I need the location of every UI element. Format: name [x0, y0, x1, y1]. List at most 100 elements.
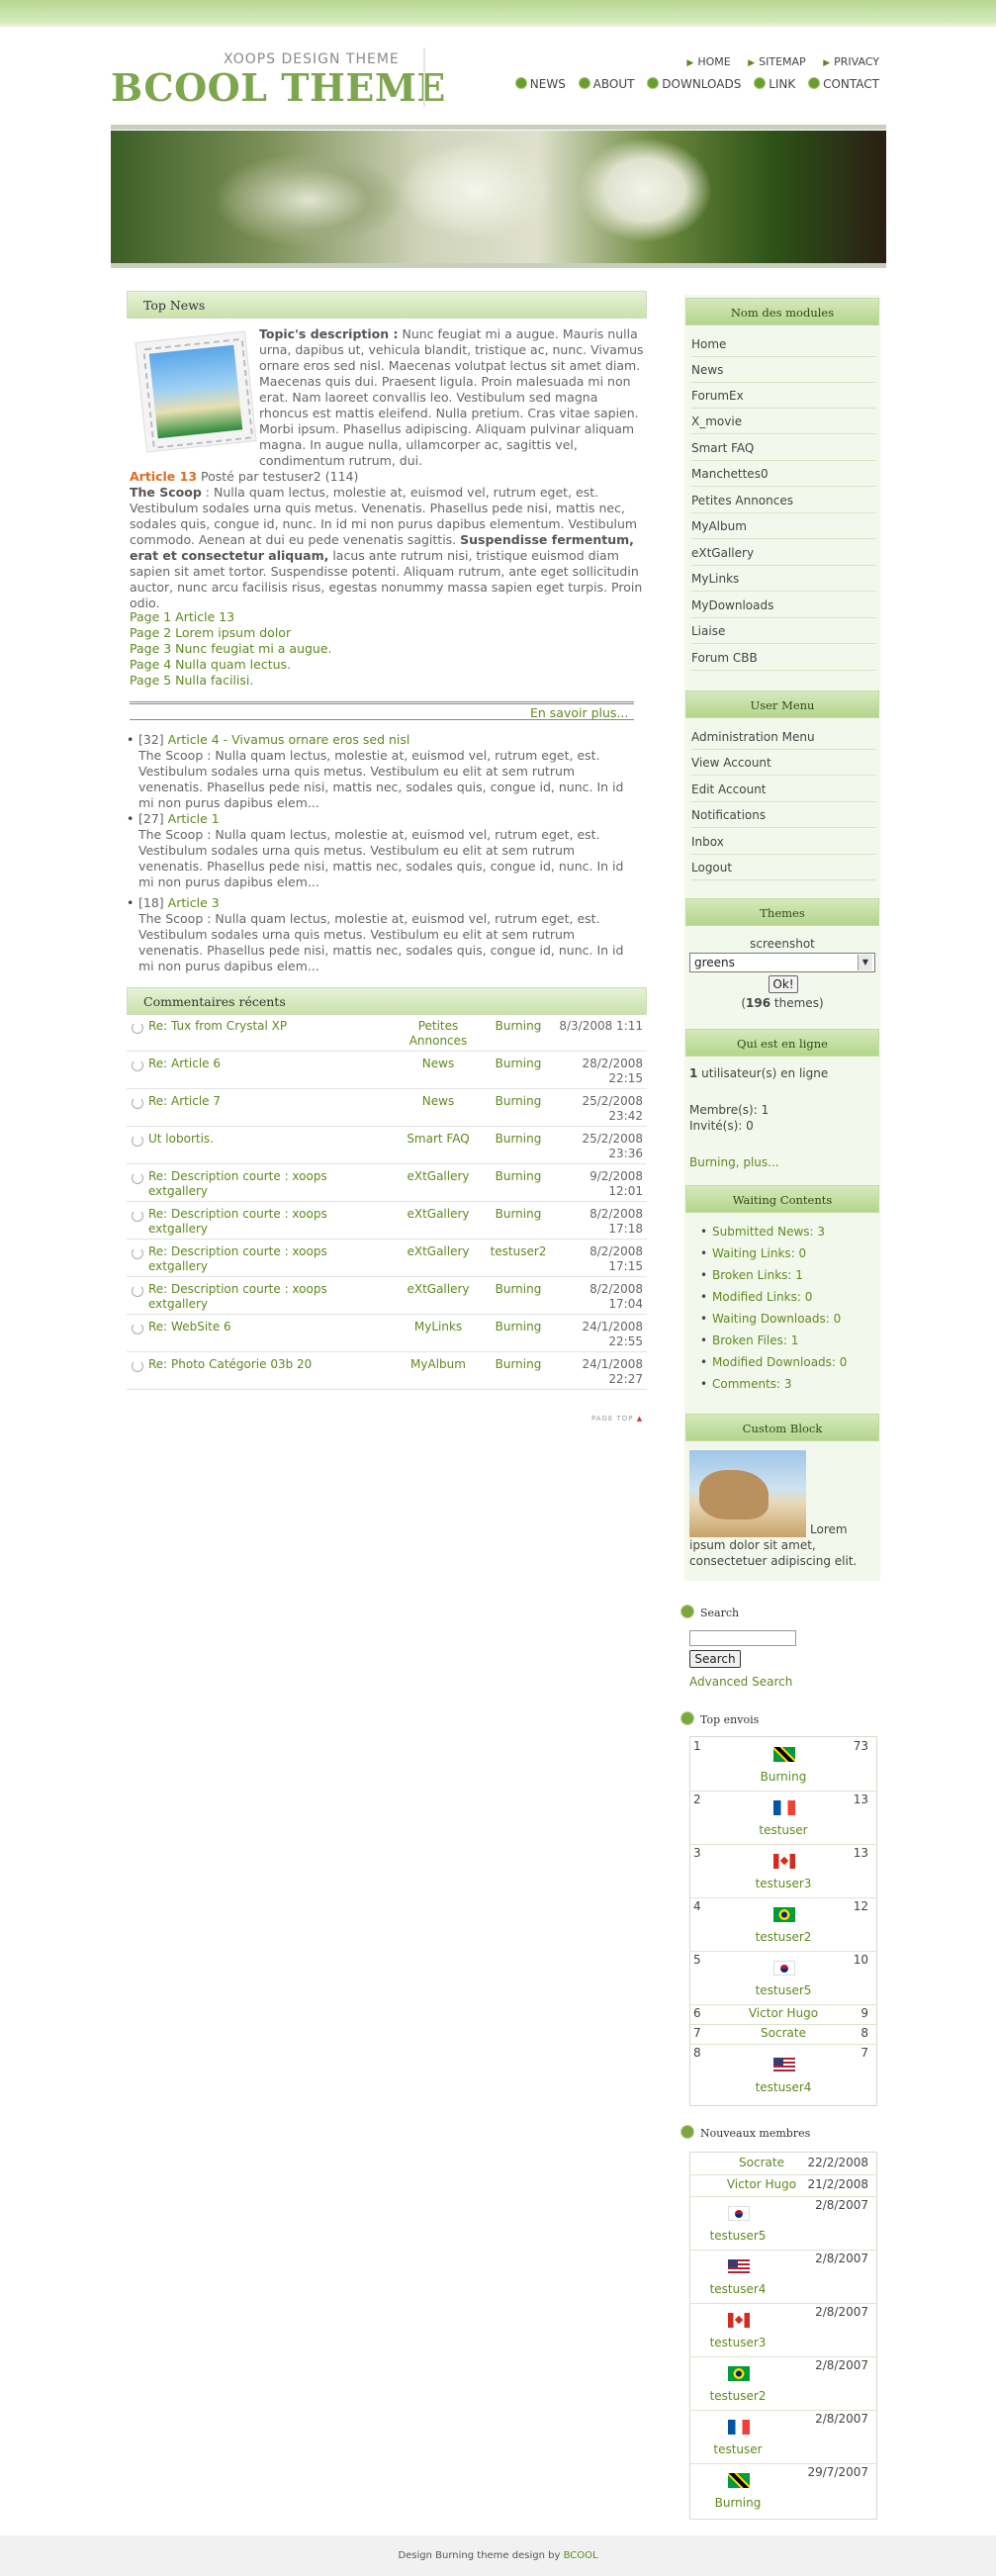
- comment-module-link[interactable]: MyAlbum: [394, 1357, 483, 1372]
- user-menu-notifications[interactable]: Notifications: [691, 803, 875, 828]
- comment-title-link[interactable]: Re: Tux from Crystal XP: [148, 1019, 376, 1034]
- comment-title-link[interactable]: Re: Article 7: [148, 1094, 376, 1109]
- sidebar-item-smartfaq[interactable]: Smart FAQ: [691, 436, 875, 461]
- sidebar-item-myalbum[interactable]: MyAlbum: [691, 514, 875, 539]
- comment-user-link[interactable]: Burning: [479, 1132, 558, 1147]
- footer-brand-link[interactable]: BCOOL: [564, 2550, 598, 2561]
- waiting-item[interactable]: Broken Links: 1: [700, 1267, 803, 1283]
- comment-title-link[interactable]: Ut lobortis.: [148, 1132, 376, 1147]
- user-menu-inbox[interactable]: Inbox: [691, 830, 875, 855]
- sidebar-item-manchettes[interactable]: Manchettes0: [691, 462, 875, 487]
- nav-downloads[interactable]: DOWNLOADS: [647, 77, 741, 91]
- search-input[interactable]: [689, 1630, 796, 1646]
- comment-module-link[interactable]: MyLinks: [394, 1320, 483, 1334]
- nav-home[interactable]: ▶ HOME: [686, 55, 730, 68]
- sidebar-item-forumex[interactable]: ForumEx: [691, 384, 875, 409]
- user-link[interactable]: Victor Hugo: [690, 2006, 876, 2020]
- comment-module-link[interactable]: Smart FAQ: [394, 1132, 483, 1147]
- comment-user-link[interactable]: Burning: [479, 1057, 558, 1071]
- comment-user-link[interactable]: Burning: [479, 1357, 558, 1372]
- user-link[interactable]: Burning: [690, 1770, 876, 1784]
- user-menu-logout[interactable]: Logout: [691, 856, 875, 880]
- page-link[interactable]: Page 4 Nulla quam lectus.: [130, 657, 291, 673]
- nav-contact[interactable]: CONTACT: [808, 77, 879, 91]
- comment-user-link[interactable]: Burning: [479, 1169, 558, 1184]
- user-link[interactable]: testuser4: [690, 2080, 876, 2094]
- sidebar-item-forum-cbb[interactable]: Forum CBB: [691, 646, 875, 671]
- comment-title-link[interactable]: Re: Description courte : xoops extgaller…: [148, 1207, 376, 1237]
- comment-user-link[interactable]: testuser2: [479, 1244, 558, 1259]
- user-menu-admin[interactable]: Administration Menu: [691, 725, 875, 750]
- comment-user-link[interactable]: Burning: [479, 1019, 558, 1034]
- page-top-link[interactable]: PAGE TOP ▲: [591, 1415, 643, 1423]
- nav-sitemap[interactable]: ▶ SITEMAP: [748, 55, 805, 68]
- comment-title-link[interactable]: Re: Description courte : xoops extgaller…: [148, 1244, 376, 1274]
- waiting-item[interactable]: Submitted News: 3: [700, 1224, 825, 1240]
- search-button[interactable]: Search: [689, 1650, 741, 1668]
- user-link[interactable]: testuser5: [645, 2229, 831, 2243]
- advanced-search-link[interactable]: Advanced Search: [689, 1674, 792, 1690]
- comment-title-link[interactable]: Re: Article 6: [148, 1057, 376, 1071]
- related-title-link[interactable]: Article 1: [168, 811, 220, 826]
- page-link[interactable]: Page 1 Article 13: [130, 609, 234, 625]
- comment-user-link[interactable]: Burning: [479, 1320, 558, 1334]
- page-link[interactable]: Page 2 Lorem ipsum dolor: [130, 625, 291, 641]
- sidebar-item-mylinks[interactable]: MyLinks: [691, 567, 875, 592]
- sidebar-item-petites-annonces[interactable]: Petites Annonces: [691, 489, 875, 513]
- comment-user-link[interactable]: Burning: [479, 1094, 558, 1109]
- user-menu-edit-account[interactable]: Edit Account: [691, 778, 875, 802]
- user-link[interactable]: testuser3: [690, 1877, 876, 1890]
- read-more-link[interactable]: En savoir plus...: [530, 705, 628, 720]
- theme-ok-button[interactable]: Ok!: [769, 975, 798, 993]
- user-link[interactable]: Socrate: [690, 2026, 876, 2040]
- related-title-link[interactable]: Article 3: [168, 895, 220, 910]
- comment-module-link[interactable]: eXtGallery: [394, 1169, 483, 1184]
- nav-news[interactable]: NEWS: [514, 77, 566, 91]
- comment-module-link[interactable]: Petites Annonces: [394, 1019, 483, 1049]
- waiting-item[interactable]: Modified Links: 0: [700, 1289, 812, 1305]
- related-title-link[interactable]: Article 4 - Vivamus ornare eros sed nisl: [168, 732, 410, 747]
- user-link[interactable]: testuser: [690, 1823, 876, 1837]
- user-link[interactable]: testuser3: [645, 2336, 831, 2349]
- comment-title-link[interactable]: Re: WebSite 6: [148, 1320, 376, 1334]
- topic-description: Topic's description : Nunc feugiat mi a …: [259, 326, 647, 469]
- comment-user-link[interactable]: Burning: [479, 1282, 558, 1297]
- comment-title-link[interactable]: Re: Description courte : xoops extgaller…: [148, 1282, 376, 1312]
- nav-about[interactable]: ABOUT: [578, 77, 634, 91]
- sidebar-item-news[interactable]: News: [691, 358, 875, 383]
- user-link[interactable]: testuser2: [645, 2389, 831, 2403]
- sidebar-item-home[interactable]: Home: [691, 332, 875, 357]
- sidebar-item-xmovie[interactable]: X_movie: [691, 410, 875, 434]
- nav-link[interactable]: LINK: [754, 77, 795, 91]
- site-logo-title[interactable]: BCOOL THEME: [111, 65, 446, 110]
- comment-module-link[interactable]: eXtGallery: [394, 1207, 483, 1222]
- table-row: 5 testuser5 10: [690, 1951, 876, 2005]
- sidebar-item-mydownloads[interactable]: MyDownloads: [691, 594, 875, 618]
- page-link[interactable]: Page 3 Nunc feugiat mi a augue.: [130, 641, 332, 657]
- user-link[interactable]: testuser: [645, 2442, 831, 2456]
- user-menu-view-account[interactable]: View Account: [691, 751, 875, 776]
- waiting-item[interactable]: Waiting Downloads: 0: [700, 1311, 841, 1327]
- user-link[interactable]: testuser2: [690, 1930, 876, 1944]
- theme-select[interactable]: greens ▼: [689, 953, 875, 972]
- waiting-item[interactable]: Broken Files: 1: [700, 1333, 798, 1348]
- user-link[interactable]: Burning: [645, 2496, 831, 2510]
- page-link[interactable]: Page 5 Nulla facilisi.: [130, 673, 253, 689]
- comment-module-link[interactable]: News: [394, 1057, 483, 1071]
- comment-module-link[interactable]: eXtGallery: [394, 1244, 483, 1259]
- comment-title-link[interactable]: Re: Description courte : xoops extgaller…: [148, 1169, 376, 1199]
- comment-module-link[interactable]: News: [394, 1094, 483, 1109]
- comment-title-link[interactable]: Re: Photo Catégorie 03b 20: [148, 1357, 376, 1372]
- user-link[interactable]: testuser4: [645, 2282, 831, 2296]
- comment-user-link[interactable]: Burning: [479, 1207, 558, 1222]
- waiting-item[interactable]: Modified Downloads: 0: [700, 1354, 847, 1370]
- sidebar-item-extgallery[interactable]: eXtGallery: [691, 541, 875, 566]
- waiting-item[interactable]: Waiting Links: 0: [700, 1245, 806, 1261]
- comment-module-link[interactable]: eXtGallery: [394, 1282, 483, 1297]
- user-link[interactable]: testuser5: [690, 1983, 876, 1997]
- nav-privacy[interactable]: ▶ PRIVACY: [823, 55, 879, 68]
- sidebar-item-liaise[interactable]: Liaise: [691, 619, 875, 644]
- article-title-link[interactable]: Article 13: [130, 469, 197, 484]
- waiting-item[interactable]: Comments: 3: [700, 1376, 791, 1392]
- online-more-link[interactable]: Burning, plus...: [689, 1154, 779, 1170]
